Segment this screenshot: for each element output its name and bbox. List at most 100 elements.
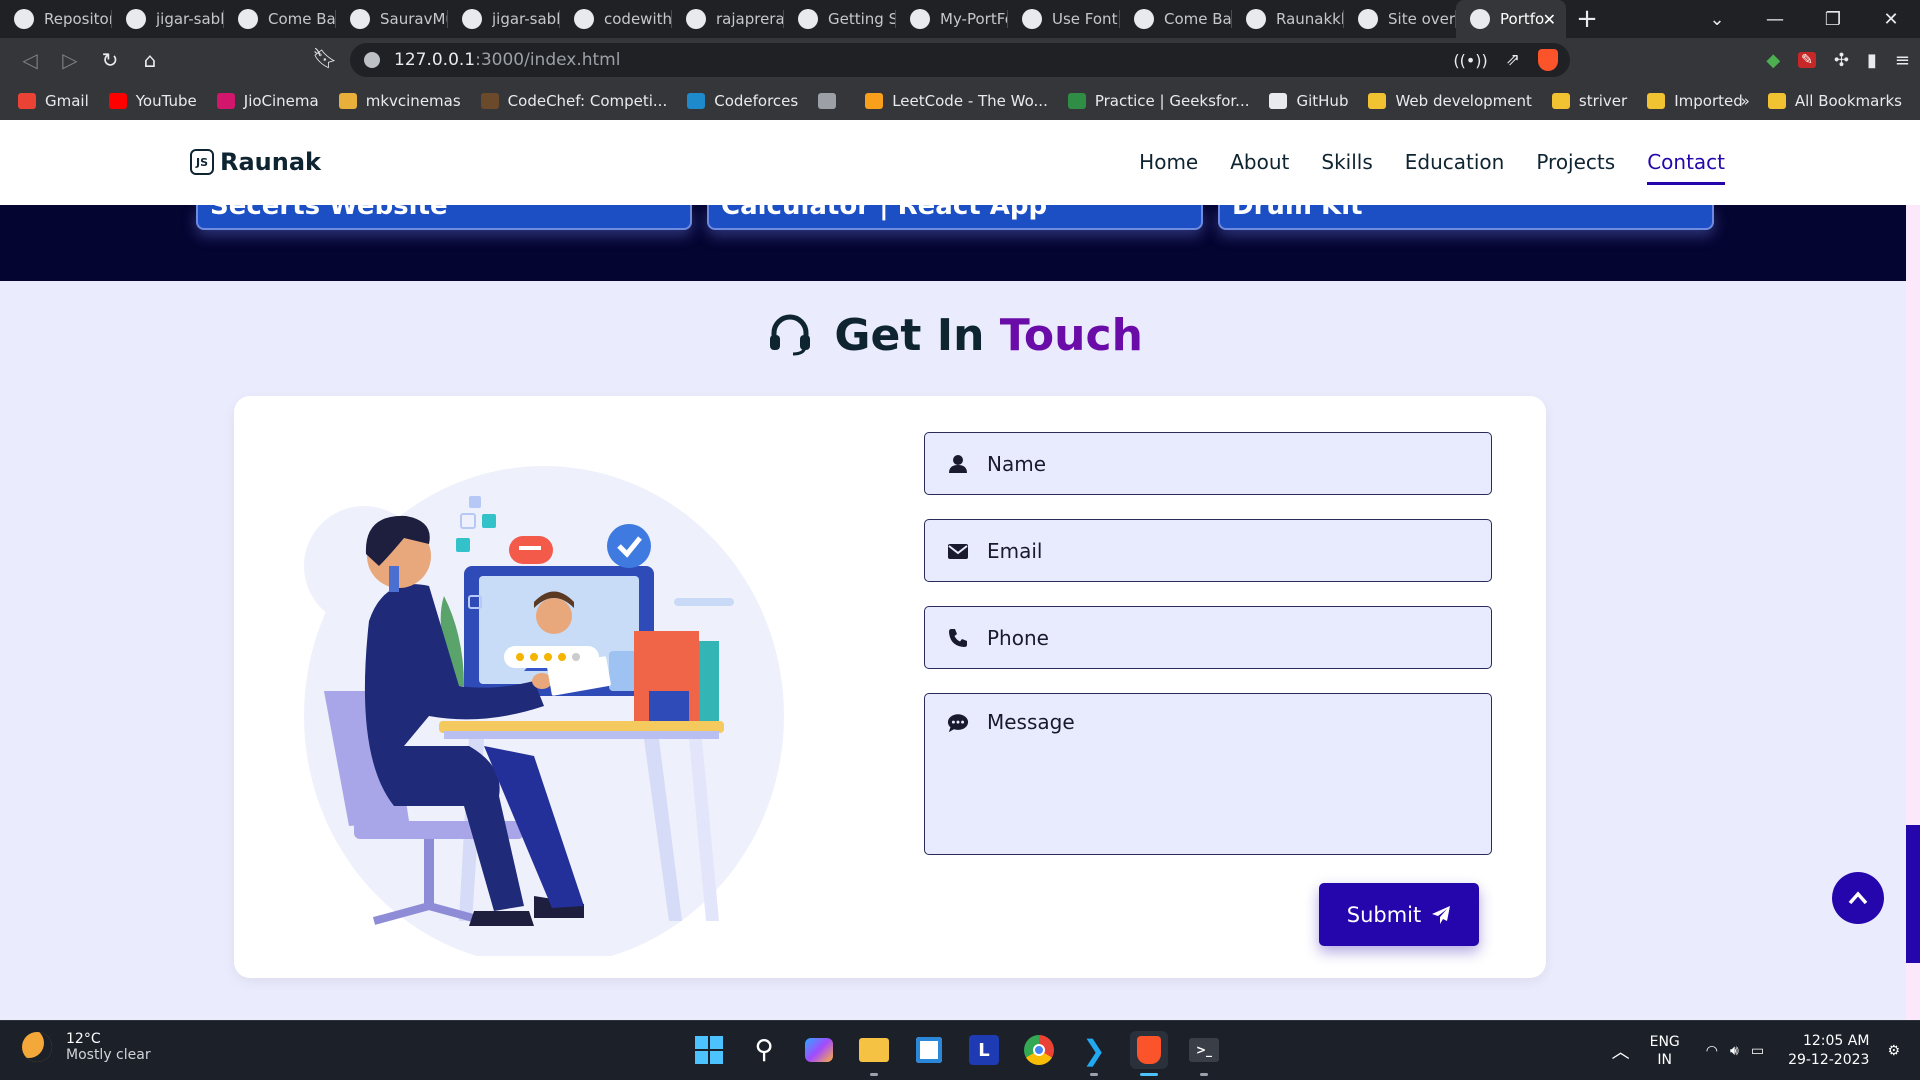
bookmark-item[interactable]: Practice | Geeksfor...: [1067, 92, 1249, 110]
tab-search-icon[interactable]: ⌄: [1688, 9, 1746, 30]
submit-button[interactable]: Submit: [1319, 883, 1479, 946]
volume-icon[interactable]: 🔊︎: [1730, 1043, 1739, 1059]
bookmark-item[interactable]: mkvcinemas: [338, 92, 461, 110]
vscode-icon[interactable]: ❯: [1075, 1031, 1113, 1076]
forward-button[interactable]: ▷: [50, 42, 90, 78]
name-input[interactable]: [987, 451, 1491, 476]
browser-tab[interactable]: jigar-sable: [448, 0, 560, 38]
menu-icon[interactable]: ≡: [1895, 50, 1910, 71]
browser-tab[interactable]: Use Font A: [1008, 0, 1120, 38]
avatar-icon: [1134, 9, 1154, 29]
project-card[interactable]: Calculator | React App: [707, 205, 1203, 230]
terminal-icon[interactable]: >_: [1185, 1031, 1223, 1076]
project-card[interactable]: Secerts Website: [196, 205, 692, 230]
share-icon[interactable]: ⇗: [1506, 50, 1520, 70]
minimize-button[interactable]: —: [1746, 9, 1804, 30]
email-field[interactable]: [924, 519, 1492, 582]
nav-link-contact[interactable]: Contact: [1647, 150, 1725, 185]
message-field[interactable]: [924, 693, 1492, 855]
browser-tab[interactable]: Site overv: [1344, 0, 1456, 38]
message-input[interactable]: [987, 710, 1491, 840]
file-explorer-icon[interactable]: [855, 1031, 893, 1076]
bookmark-item[interactable]: CodeChef: Competi...: [480, 92, 667, 110]
github-icon: [574, 9, 594, 29]
browser-tab[interactable]: jigar-sable: [112, 0, 224, 38]
bookmark-item[interactable]: Codeforces: [687, 92, 798, 110]
cast-icon[interactable]: ((•)): [1453, 51, 1487, 70]
new-tab-button[interactable]: +: [1566, 0, 1608, 38]
email-input[interactable]: [987, 538, 1491, 563]
bookmarks-overflow-button[interactable]: »: [1741, 92, 1750, 110]
bookmark-item[interactable]: Gmail: [18, 92, 89, 110]
brave-shields-icon[interactable]: [1538, 49, 1558, 71]
extension-icon-2[interactable]: ✎: [1798, 52, 1816, 68]
nav-link-skills[interactable]: Skills: [1321, 150, 1372, 185]
nav-link-projects[interactable]: Projects: [1536, 150, 1615, 185]
bookmark-item[interactable]: striver: [1551, 92, 1627, 110]
reload-button[interactable]: ↻: [90, 42, 130, 78]
browser-tab[interactable]: SauravMu: [336, 0, 448, 38]
flag-icon: [1022, 9, 1042, 29]
restore-button[interactable]: ❐: [1804, 9, 1862, 30]
contact-title-main: Get In: [834, 310, 985, 361]
wifi-icon[interactable]: ◠: [1706, 1043, 1718, 1059]
phone-input[interactable]: [987, 625, 1491, 650]
weather-widget[interactable]: 12°C Mostly clear: [22, 1031, 151, 1063]
bookmark-item[interactable]: [818, 93, 845, 109]
doc-icon: [798, 9, 818, 29]
close-window-button[interactable]: ✕: [1862, 9, 1920, 30]
extension-icon-1[interactable]: ◆: [1766, 50, 1780, 71]
nav-link-education[interactable]: Education: [1405, 150, 1505, 185]
bookmark-item[interactable]: GitHub: [1269, 92, 1348, 110]
page-scrollbar-thumb[interactable]: [1906, 825, 1920, 963]
extensions-puzzle-icon[interactable]: ✣: [1834, 50, 1849, 71]
browser-tab[interactable]: codewiths: [560, 0, 672, 38]
clock[interactable]: 12:05 AM 29-12-2023: [1788, 1032, 1869, 1070]
copilot-icon[interactable]: [800, 1031, 838, 1069]
language-indicator[interactable]: ENG IN: [1650, 1033, 1680, 1069]
tab-active[interactable]: Portfo ✕: [1456, 0, 1566, 38]
bookmark-item[interactable]: LeetCode - The Wo...: [865, 92, 1048, 110]
browser-tab[interactable]: Getting St: [784, 0, 896, 38]
chrome-icon[interactable]: [1020, 1031, 1058, 1069]
scroll-to-top-button[interactable]: [1832, 872, 1884, 924]
browser-tab[interactable]: Come Back: [224, 0, 336, 38]
tab-label: SauravMu: [380, 10, 448, 28]
name-field[interactable]: [924, 432, 1492, 495]
bookmark-item[interactable]: YouTube: [108, 92, 197, 110]
brand-logo[interactable]: JS Raunak: [190, 148, 321, 176]
browser-tab[interactable]: rajaprerak: [672, 0, 784, 38]
start-button[interactable]: [690, 1031, 728, 1069]
browser-tab[interactable]: Come Back: [1120, 0, 1232, 38]
tab-label: Portfo: [1500, 10, 1545, 28]
show-hidden-icons-chevron[interactable]: ︿: [1612, 1038, 1630, 1064]
project-card[interactable]: Drum Kit: [1218, 205, 1714, 230]
windows-taskbar: 12°C Mostly clear ⚲ L ❯ >_ ︿ ENG IN ◠ 🔊︎…: [0, 1020, 1920, 1080]
bookmark-item[interactable]: JioCinema: [216, 92, 319, 110]
microsoft-store-icon[interactable]: [910, 1031, 948, 1069]
browser-tab[interactable]: Repository: [0, 0, 112, 38]
bookmark-favicon-icon: [216, 93, 235, 109]
browser-tab[interactable]: Raunakkk: [1232, 0, 1344, 38]
sidebar-toggle-icon[interactable]: ▮: [1867, 50, 1877, 71]
notifications-icon[interactable]: ⚙: [1887, 1043, 1900, 1059]
page-viewport: JS Raunak Home About Skills Education Projec…: [0, 120, 1920, 1020]
site-header: JS Raunak Home About Skills Education Projec…: [0, 120, 1920, 205]
app-l-icon[interactable]: L: [965, 1031, 1003, 1069]
bookmark-icon[interactable]: 🔖︎: [312, 46, 337, 70]
back-button[interactable]: ◁: [10, 42, 50, 78]
bookmark-item[interactable]: Imported: [1647, 92, 1743, 110]
home-button[interactable]: ⌂: [130, 42, 170, 78]
nav-link-home[interactable]: Home: [1139, 150, 1198, 185]
browser-tab[interactable]: My-PortFo: [896, 0, 1008, 38]
close-tab-icon[interactable]: ✕: [1543, 10, 1556, 29]
search-icon[interactable]: ⚲: [745, 1031, 783, 1069]
address-bar[interactable]: 127.0.0.1:3000/index.html ((•)) ⇗: [350, 43, 1570, 77]
nav-link-about[interactable]: About: [1230, 150, 1289, 185]
phone-field[interactable]: [924, 606, 1492, 669]
bookmark-item[interactable]: Web development: [1368, 92, 1532, 110]
all-bookmarks-folder[interactable]: All Bookmarks: [1767, 92, 1902, 110]
battery-icon[interactable]: ▭: [1751, 1043, 1764, 1059]
site-info-icon[interactable]: [364, 52, 380, 68]
brave-browser-icon[interactable]: [1130, 1031, 1168, 1076]
